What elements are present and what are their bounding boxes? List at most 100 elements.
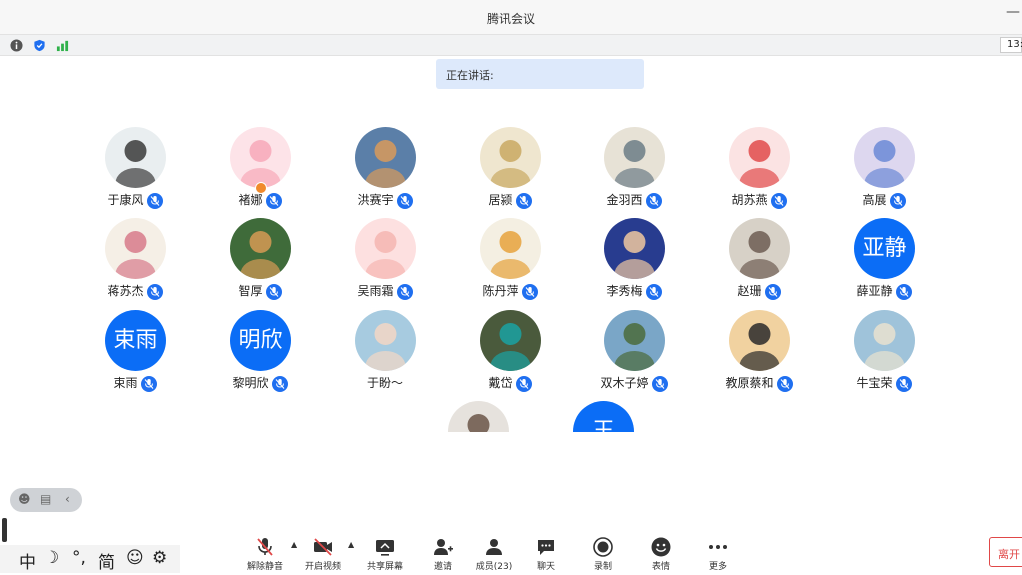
participant-tile[interactable]: 褚娜	[200, 127, 320, 213]
participant-tile[interactable]: 于康风	[75, 127, 195, 213]
participant-name-line: 吴雨霜	[325, 282, 445, 300]
participant-tile[interactable]: 明欣 黎明欣	[200, 310, 320, 396]
invite-button[interactable]: 邀请	[414, 532, 472, 575]
mic-muted-icon	[776, 375, 793, 392]
mic-muted-icon	[521, 283, 538, 300]
mic-muted-icon	[265, 192, 282, 209]
mic-muted-icon	[396, 192, 413, 209]
participant-name-line: 于盼～	[325, 374, 445, 391]
participant-name: 赵珊	[737, 284, 762, 298]
members-button[interactable]: 成员(23)	[465, 532, 523, 575]
video-off-icon	[314, 538, 332, 556]
participant-tile[interactable]: 陈丹萍	[450, 218, 570, 304]
mic-muted-icon	[146, 283, 163, 300]
mic-muted-icon	[895, 375, 912, 392]
side-scroll-handle[interactable]	[2, 518, 7, 542]
participant-tile[interactable]: 居颍	[450, 127, 570, 213]
participant-tile[interactable]: 洪赛宇	[325, 127, 445, 213]
participant-name: 束雨	[113, 376, 138, 390]
ime-chinese-toggle[interactable]: 中	[19, 548, 36, 573]
record-button[interactable]: 录制	[574, 532, 632, 575]
participant-name-line: 束雨	[75, 374, 195, 392]
mic-muted-icon	[645, 192, 662, 209]
face-icon[interactable]: ☻	[18, 492, 31, 506]
participant-name: 智厚	[238, 284, 263, 298]
participant-tile[interactable]: 教原蔡和	[699, 310, 819, 396]
mic-muted-icon	[515, 375, 532, 392]
participant-tile[interactable]: 李秀梅	[574, 218, 694, 304]
participant-name: 于康风	[107, 193, 144, 207]
avatar	[480, 310, 541, 371]
unmute-button[interactable]: 解除静音	[236, 532, 294, 575]
participant-tile[interactable]: 束雨 束雨	[75, 310, 195, 396]
participant-name-line: 戴岱	[450, 374, 570, 392]
avatar	[480, 218, 541, 279]
participant-name-line: 李秀梅	[574, 282, 694, 300]
mic-muted-icon	[265, 283, 282, 300]
mic-muted-icon	[396, 283, 413, 300]
ime-toolbar: 中 ☽ °, 简 ☺ ⚙	[0, 545, 180, 573]
participant-name-line: 教原蔡和	[699, 374, 819, 392]
participant-tile[interactable]: 双木子婷	[574, 310, 694, 396]
screen-share-icon	[376, 540, 394, 556]
avatar	[105, 218, 166, 279]
leave-meeting-button[interactable]: 离开	[989, 537, 1022, 567]
video-options-caret-icon[interactable]: ▲	[348, 540, 354, 549]
participant-tile[interactable]: 于盼～	[325, 310, 445, 396]
chat-label: 聊天	[536, 562, 555, 572]
mic-muted-icon	[770, 192, 787, 209]
reactions-button[interactable]: 表情	[632, 532, 690, 575]
participant-tile[interactable]: 亚静 薛亚静	[824, 218, 944, 304]
participant-name: 蒋苏杰	[107, 284, 144, 298]
participant-name: 戴岱	[488, 376, 513, 390]
participant-name-line: 双木子婷	[574, 374, 694, 392]
avatar	[604, 310, 665, 371]
avatar	[729, 310, 790, 371]
punctuation-toggle[interactable]: °,	[72, 548, 86, 568]
participant-name-line: 洪赛宇	[325, 191, 445, 209]
avatar	[604, 127, 665, 188]
avatar-initials: 亚静	[854, 218, 915, 279]
avatar	[480, 127, 541, 188]
participant-name: 黎明欣	[232, 376, 269, 390]
avatar-initials: 明欣	[230, 310, 291, 371]
participant-tile[interactable]: 蒋苏杰	[75, 218, 195, 304]
participant-tile[interactable]: 高展	[824, 127, 944, 213]
chat-bubble-icon[interactable]: ▤	[40, 492, 51, 506]
avatar	[355, 127, 416, 188]
participant-tile[interactable]: 金羽西	[574, 127, 694, 213]
participant-name-line: 薛亚静	[824, 282, 944, 300]
participant-name: 薛亚静	[856, 284, 893, 298]
emoji-icon[interactable]: ☺	[126, 548, 144, 568]
more-button[interactable]: 更多	[689, 532, 747, 575]
avatar	[230, 218, 291, 279]
participant-tile[interactable]: 戴岱	[450, 310, 570, 396]
settings-gear-icon[interactable]: ⚙	[152, 548, 167, 568]
participant-tile[interactable]: 智厚	[200, 218, 320, 304]
chat-button[interactable]: 聊天	[517, 532, 575, 575]
add-user-icon	[434, 539, 453, 555]
participant-name-line: 牛宝荣	[824, 374, 944, 392]
share-screen-label: 共享屏幕	[366, 562, 403, 572]
participant-name: 洪赛宇	[357, 193, 394, 207]
moon-icon[interactable]: ☽	[44, 548, 59, 568]
participant-name-line: 陈丹萍	[450, 282, 570, 300]
participant-name: 高展	[862, 193, 887, 207]
participant-tile[interactable]: 吴雨霜	[325, 218, 445, 304]
ime-simplified-toggle[interactable]: 简	[98, 548, 115, 573]
unmute-label: 解除静音	[246, 562, 283, 572]
collapse-chevron-icon[interactable]: ‹	[65, 492, 70, 506]
share-screen-button[interactable]: 共享屏幕	[356, 532, 414, 575]
participant-tile[interactable]: 赵珊	[699, 218, 819, 304]
avatar	[729, 218, 790, 279]
floating-mini-toolbar[interactable]: ☻ ▤ ‹	[10, 488, 82, 512]
participant-tile[interactable]: 牛宝荣	[824, 310, 944, 396]
avatar-initials: 束雨	[105, 310, 166, 371]
start-video-button[interactable]: 开启视频	[294, 532, 352, 575]
members-label: 成员(23)	[475, 562, 513, 572]
participant-tile[interactable]: 胡苏燕	[699, 127, 819, 213]
avatar	[105, 127, 166, 188]
meeting-toolbar: 解除静音 ▲ 开启视频 ▲ 共享屏幕 邀请 成员(23) 聊天 录制 表情 更多	[236, 532, 756, 575]
smiley-icon	[651, 537, 671, 557]
mic-muted-icon	[651, 375, 668, 392]
